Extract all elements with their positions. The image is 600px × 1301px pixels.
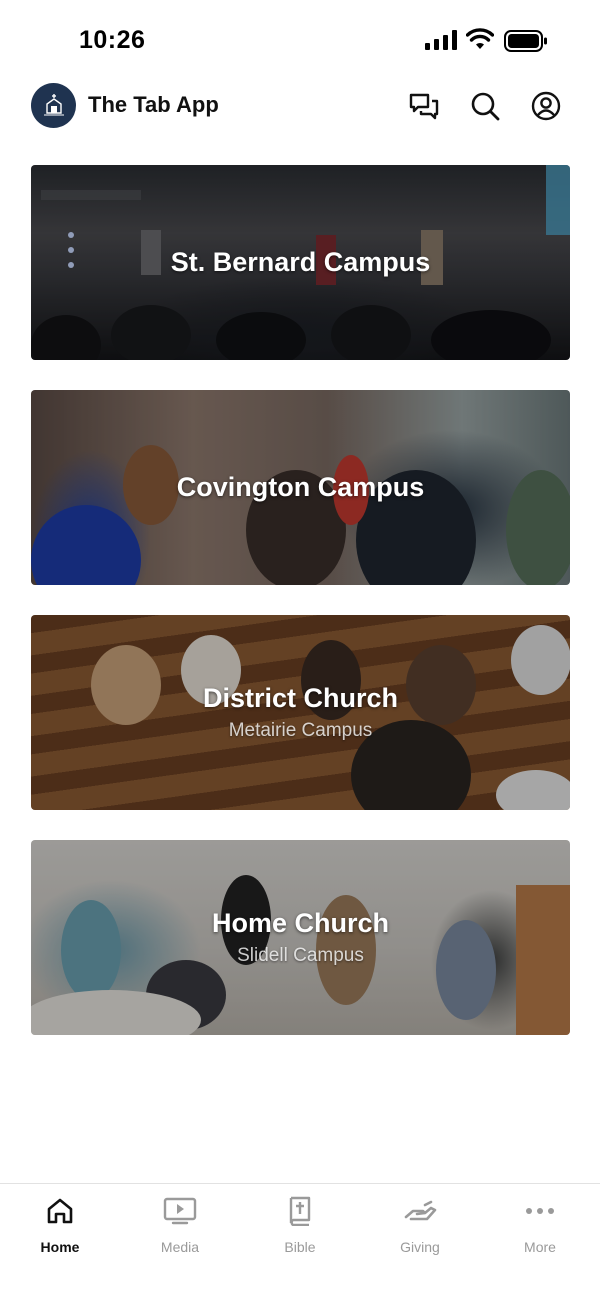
- campus-title: St. Bernard Campus: [170, 247, 431, 277]
- campus-card-home-church[interactable]: Home Church Slidell Campus: [31, 840, 570, 1035]
- campus-title: Home Church: [211, 908, 390, 938]
- campus-subtitle: Slidell Campus: [237, 945, 364, 966]
- church-logo[interactable]: [31, 83, 76, 128]
- home-icon: [43, 1194, 77, 1228]
- tab-home[interactable]: Home: [0, 1194, 120, 1264]
- campus-list: St. Bernard Campus Covington Campus Dist…: [31, 165, 570, 1065]
- church-icon: [43, 93, 64, 115]
- cellular-signal-icon: [425, 30, 457, 55]
- app-title: The Tab App: [88, 92, 219, 117]
- battery-icon: [504, 30, 548, 57]
- tab-label: Home: [40, 1239, 80, 1255]
- campus-subtitle: Metairie Campus: [228, 720, 373, 741]
- tab-label: Media: [160, 1239, 200, 1255]
- tab-giving[interactable]: Giving: [360, 1194, 480, 1264]
- tab-label: Bible: [284, 1239, 316, 1255]
- play-screen-icon: [163, 1194, 197, 1228]
- campus-card-covington[interactable]: Covington Campus: [31, 390, 570, 585]
- bottom-tab-bar: Home Media Bible Giving More: [0, 1183, 600, 1301]
- app-header: The Tab App: [0, 82, 600, 130]
- chat-icon[interactable]: [408, 90, 440, 122]
- tab-label: Giving: [400, 1239, 440, 1255]
- tab-bible[interactable]: Bible: [240, 1194, 360, 1264]
- tab-media[interactable]: Media: [120, 1194, 240, 1264]
- status-time: 10:26: [79, 26, 146, 54]
- wifi-icon: [465, 28, 495, 55]
- profile-icon[interactable]: [530, 90, 562, 122]
- more-dots-icon: [523, 1194, 557, 1228]
- bible-icon: [283, 1194, 317, 1228]
- campus-card-st-bernard[interactable]: St. Bernard Campus: [31, 165, 570, 360]
- status-bar: 10:26: [0, 0, 600, 80]
- campus-title: Covington Campus: [176, 472, 425, 502]
- giving-hand-icon: [403, 1194, 437, 1228]
- tab-more[interactable]: More: [480, 1194, 600, 1264]
- search-icon[interactable]: [469, 90, 501, 122]
- campus-card-district-church[interactable]: District Church Metairie Campus: [31, 615, 570, 810]
- campus-title: District Church: [202, 683, 399, 713]
- tab-label: More: [524, 1239, 556, 1255]
